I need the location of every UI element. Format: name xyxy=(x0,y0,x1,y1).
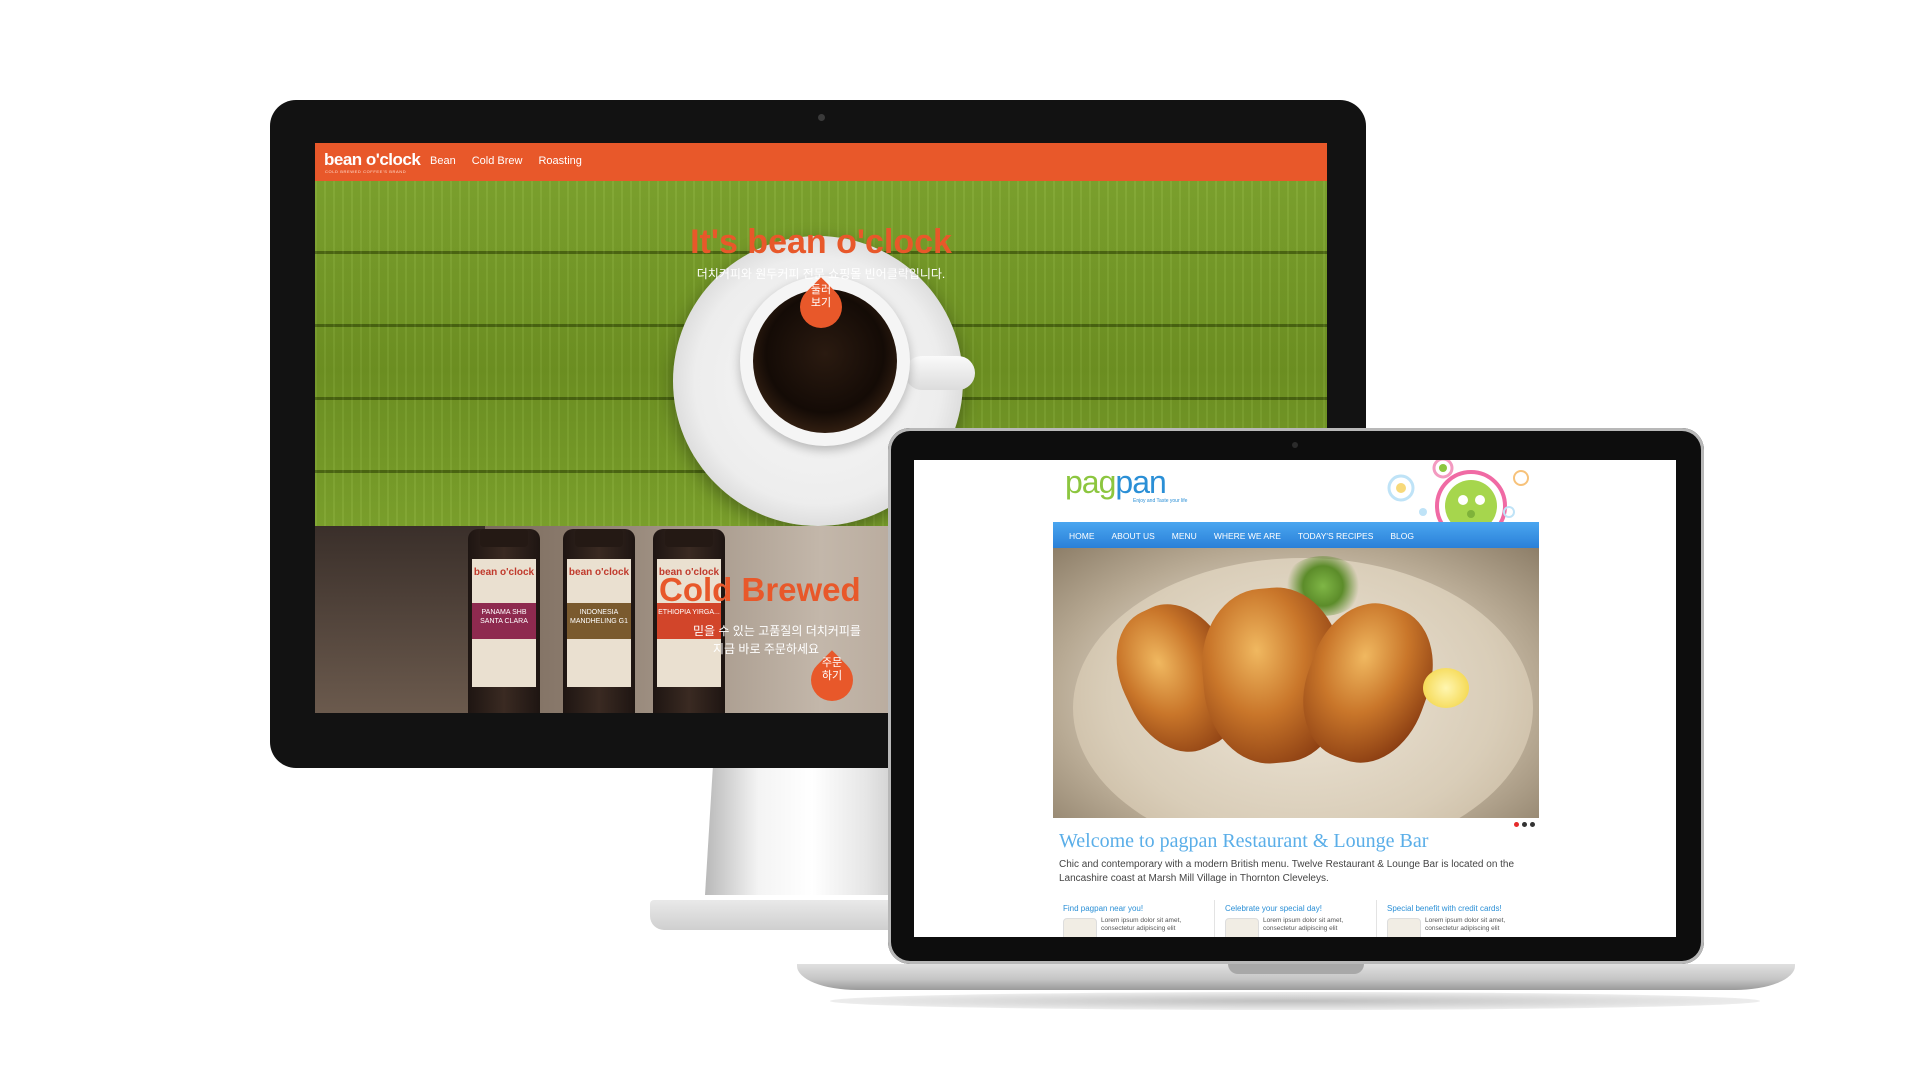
bottle-brand: bean o'clock xyxy=(568,567,630,578)
slider-dot-active[interactable] xyxy=(1514,822,1519,827)
cold-brew-text-line1: 믿을 수 있는 고품질의 더치커피를 xyxy=(693,624,861,638)
nav-item-home[interactable]: HOME xyxy=(1069,531,1095,541)
nav-item-cold-brew[interactable]: Cold Brew xyxy=(472,155,523,167)
bottle-cap xyxy=(665,529,713,547)
browse-button-label[interactable]: 둘러 보기 xyxy=(800,284,842,310)
bean-oclock-logo-subtitle: COLD BREWED COFFEE'S BRAND xyxy=(325,169,407,174)
nav-item-bean[interactable]: Bean xyxy=(430,155,456,167)
bean-oclock-navbar: bean o'clock COLD BREWED COFFEE'S BRAND … xyxy=(315,143,1327,181)
bottle-brand: bean o'clock xyxy=(473,567,535,578)
bottle-cap xyxy=(575,529,623,547)
bean-oclock-menu: Bean Cold Brew Roasting xyxy=(430,155,582,167)
imac-camera xyxy=(818,114,825,121)
welcome-description: Chic and contemporary with a modern Brit… xyxy=(1059,859,1515,884)
cold-brew-text-line2: 지금 바로 주문하세요 xyxy=(713,642,820,656)
slider-pagination xyxy=(1514,822,1535,827)
nav-item-todays-recipes[interactable]: TODAY'S RECIPES xyxy=(1298,531,1373,541)
order-button-label[interactable]: 주문 하기 xyxy=(811,657,853,683)
bottle-label: bean o'clock PANAMA SHB SANTA CLARA xyxy=(472,559,536,687)
food-slider-image xyxy=(1053,548,1539,818)
logo-part-green: pag xyxy=(1065,464,1116,500)
order-label-line2: 하기 xyxy=(821,670,843,682)
bottle-name: PANAMA SHB SANTA CLARA xyxy=(472,603,536,639)
welcome-title: Welcome to pagpan Restaurant & Lounge Ba… xyxy=(1059,830,1429,852)
bottle-image: bean o'clock ETHIOPIA YIRGA... xyxy=(653,529,725,713)
cold-brew-title: Cold Brewed xyxy=(659,571,861,608)
bottle-label: bean o'clock INDONESIA MANDHELING G1 xyxy=(567,559,631,687)
hero-title: It's bean o'clock xyxy=(690,223,952,261)
decorative-circles-graphic xyxy=(1387,460,1529,522)
bottle-image: bean o'clock PANAMA SHB SANTA CLARA xyxy=(468,529,540,713)
browse-label-line2: 보기 xyxy=(810,297,832,309)
feature-column: Celebrate your special day! Lorem ipsum … xyxy=(1215,900,1377,937)
credit-card-icon xyxy=(1387,918,1421,937)
nav-item-where-we-are[interactable]: WHERE WE ARE xyxy=(1214,531,1281,541)
pagpan-tagline: Enjoy and Taste your life xyxy=(1133,498,1188,504)
feature-title-link[interactable]: Special benefit with credit cards! xyxy=(1387,904,1502,913)
feature-text: Lorem ipsum dolor sit amet, consectetur … xyxy=(1101,917,1182,932)
feature-column: Special benefit with credit cards! Lorem… xyxy=(1377,900,1539,937)
pagpan-page: pagpan Enjoy and Taste your life HOME AB… xyxy=(1053,460,1539,937)
pagpan-logo[interactable]: pagpan xyxy=(1065,464,1167,501)
feature-title-link[interactable]: Celebrate your special day! xyxy=(1225,904,1322,913)
cup-handle-image xyxy=(905,356,975,390)
slider-dot[interactable] xyxy=(1530,822,1535,827)
feature-text: Lorem ipsum dolor sit amet, consectetur … xyxy=(1263,917,1344,932)
logo-part-blue: pan xyxy=(1115,464,1166,500)
laptop-shadow xyxy=(830,992,1760,1010)
bottle-name: INDONESIA MANDHELING G1 xyxy=(567,603,631,639)
order-label-line1: 주문 xyxy=(821,657,843,669)
location-pin-icon xyxy=(1063,918,1097,937)
feature-columns: Find pagpan near you! Lorem ipsum dolor … xyxy=(1053,900,1539,937)
feature-title-link[interactable]: Find pagpan near you! xyxy=(1063,904,1143,913)
nav-item-about-us[interactable]: ABOUT US xyxy=(1112,531,1155,541)
lemon-image xyxy=(1423,668,1469,708)
feature-text: Lorem ipsum dolor sit amet, consectetur … xyxy=(1425,917,1506,932)
bottle-image: bean o'clock INDONESIA MANDHELING G1 xyxy=(563,529,635,713)
gift-icon xyxy=(1225,918,1259,937)
laptop-screen: pagpan Enjoy and Taste your life HOME AB… xyxy=(914,460,1676,937)
browse-label-line1: 둘러 xyxy=(810,284,832,296)
nav-item-roasting[interactable]: Roasting xyxy=(538,155,581,167)
background-image xyxy=(315,526,485,713)
laptop-opening-notch xyxy=(1228,964,1364,974)
nav-item-blog[interactable]: BLOG xyxy=(1390,531,1414,541)
slider-dot[interactable] xyxy=(1522,822,1527,827)
pagpan-navbar: HOME ABOUT US MENU WHERE WE ARE TODAY'S … xyxy=(1053,522,1539,548)
nav-item-menu[interactable]: MENU xyxy=(1172,531,1197,541)
bean-oclock-logo[interactable]: bean o'clock xyxy=(324,150,421,170)
pagpan-menu: HOME ABOUT US MENU WHERE WE ARE TODAY'S … xyxy=(1069,531,1414,541)
feature-column: Find pagpan near you! Lorem ipsum dolor … xyxy=(1053,900,1215,937)
laptop-camera xyxy=(1292,442,1298,448)
bottle-cap xyxy=(480,529,528,547)
